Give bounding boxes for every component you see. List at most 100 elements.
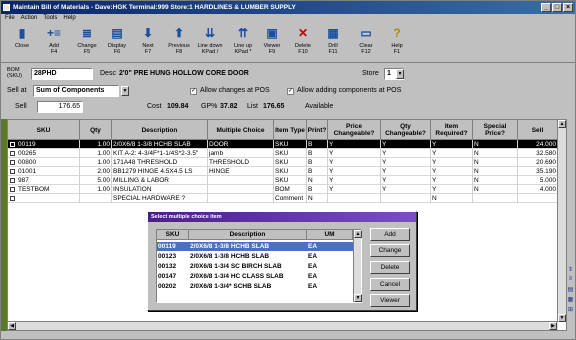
toolbar-drill-button[interactable]: ▦ Drill F11 <box>318 25 348 61</box>
cell-desc[interactable]: SPECIAL HARDWARE ? <box>112 194 208 203</box>
menu-action[interactable]: Action <box>21 14 38 23</box>
choice-column-um[interactable]: UM <box>307 230 353 240</box>
cell-print[interactable]: B <box>307 149 328 158</box>
cell-sell[interactable]: 5.000 <box>518 176 558 185</box>
toolbar-close-button[interactable]: ▮ Close <box>7 25 37 61</box>
toolbar-next-button[interactable]: ⬇ Next F7 <box>133 25 163 61</box>
cell-sp[interactable]: N <box>473 158 518 167</box>
dialog-add-button[interactable]: Add <box>370 228 410 241</box>
cell-qc[interactable]: Y <box>381 140 431 149</box>
side-tool-icon[interactable]: ⊞ <box>566 306 575 316</box>
side-tool-icon[interactable]: ▦ <box>566 296 575 306</box>
cell-qc[interactable]: Y <box>381 176 431 185</box>
toolbar-display-button[interactable]: ▤ Display F6 <box>102 25 132 61</box>
cell-sell[interactable] <box>518 194 558 203</box>
column-header-sku[interactable]: SKU <box>8 120 80 140</box>
cell-mc[interactable]: jamb <box>208 149 274 158</box>
column-header-mc[interactable]: Multiple Choice <box>208 120 274 140</box>
row-checkbox[interactable] <box>10 142 15 147</box>
cell-print[interactable]: B <box>307 158 328 167</box>
toolbar-line-down-button[interactable]: ⇊ Line down KPad / <box>195 25 225 61</box>
cell-pc[interactable]: Y <box>328 176 381 185</box>
cell-sku[interactable]: 01001 <box>17 167 80 176</box>
cell-type[interactable]: SKU <box>274 149 307 158</box>
row-checkbox[interactable] <box>10 187 15 192</box>
table-row[interactable]: TESTBOM 1.00 INSULATION BOM B Y Y Y N 4.000 <box>8 185 558 194</box>
column-header-qc[interactable]: Qty Changeable? <box>381 120 431 140</box>
cell-type[interactable]: SKU <box>274 158 307 167</box>
table-row[interactable]: 00119 1.00 2/0X6/8 1-3/8 HCHB SLAB DOOR SKU B… <box>8 140 558 149</box>
cell-sku[interactable]: TESTBOM <box>17 185 80 194</box>
row-checkbox[interactable] <box>10 151 15 156</box>
cell-qty[interactable]: 1.00 <box>80 140 112 149</box>
cell-qty[interactable]: 2.00 <box>80 167 112 176</box>
dialog-scroll-down-icon[interactable]: ▼ <box>354 294 362 302</box>
cell-qty[interactable]: 1.00 <box>80 149 112 158</box>
scroll-down-icon[interactable]: ▼ <box>558 314 566 322</box>
side-tool-icon[interactable]: ≡ <box>566 276 575 286</box>
cell-print[interactable]: B <box>307 185 328 194</box>
column-header-req[interactable]: Item Required? <box>431 120 473 140</box>
menu-help[interactable]: Help <box>63 14 75 23</box>
allow-adding-checkbox[interactable]: ✓ <box>287 88 294 95</box>
table-row[interactable]: 987 5.00 MILLING & LABOR SKU N Y Y Y N 5.000 <box>8 176 558 185</box>
cell-sku[interactable]: 00800 <box>17 158 80 167</box>
column-header-print[interactable]: Print? <box>307 120 328 140</box>
cell-req[interactable]: Y <box>431 185 473 194</box>
cell-type[interactable]: SKU <box>274 140 307 149</box>
row-checkbox[interactable] <box>10 196 15 201</box>
choice-row[interactable]: 00119 2/0X6/8 1-3/8 HCHB SLAB EA <box>157 242 353 251</box>
sell-at-dropdown-arrow-icon[interactable]: ▼ <box>121 86 129 96</box>
cell-pc[interactable] <box>328 194 381 203</box>
dialog-scroll-up-icon[interactable]: ▲ <box>354 230 362 238</box>
column-header-qty[interactable]: Qty <box>80 120 112 140</box>
dialog-cancel-button[interactable]: Cancel <box>370 278 410 291</box>
cell-qty[interactable] <box>80 194 112 203</box>
cell-print[interactable]: B <box>307 167 328 176</box>
cell-print[interactable]: N <box>307 194 328 203</box>
choice-row[interactable]: 00202 2/0X6/8 1-3/4* SCHB SLAB EA <box>157 282 353 291</box>
minimize-button[interactable]: _ <box>541 3 551 12</box>
cell-sp[interactable]: N <box>473 185 518 194</box>
cell-pc[interactable]: Y <box>328 149 381 158</box>
cell-type[interactable]: BOM <box>274 185 307 194</box>
cell-qc[interactable] <box>381 194 431 203</box>
toolbar-add-button[interactable]: +≡ Add F4 <box>39 25 69 61</box>
cell-pc[interactable]: Y <box>328 140 381 149</box>
side-tool-icon[interactable]: ▤ <box>566 286 575 296</box>
cell-sp[interactable]: N <box>473 149 518 158</box>
choice-column-sku[interactable]: SKU <box>157 230 189 240</box>
cell-pc[interactable]: Y <box>328 167 381 176</box>
cell-req[interactable]: Y <box>431 149 473 158</box>
cell-req[interactable]: Y <box>431 140 473 149</box>
menu-tools[interactable]: Tools <box>43 14 57 23</box>
cell-mc[interactable] <box>208 185 274 194</box>
cell-qty[interactable]: 1.00 <box>80 185 112 194</box>
row-checkbox[interactable] <box>10 169 15 174</box>
cell-sku[interactable] <box>17 194 80 203</box>
cell-desc[interactable]: MILLING & LABOR <box>112 176 208 185</box>
bom-sku-input[interactable]: 28PHD <box>31 68 93 80</box>
cell-sell[interactable]: 32.580 <box>518 149 558 158</box>
cell-qc[interactable]: Y <box>381 158 431 167</box>
toolbar-clear-button[interactable]: ▭ Clear F12 <box>351 25 381 61</box>
cell-mc[interactable] <box>208 176 274 185</box>
cell-req[interactable]: Y <box>431 176 473 185</box>
cell-sell[interactable]: 4.000 <box>518 185 558 194</box>
table-row[interactable]: 01001 2.00 BB1279 HINGE 4.5X4.5 LS HINGE SKU… <box>8 167 558 176</box>
cell-sku[interactable]: 00265 <box>17 149 80 158</box>
grid-horizontal-scrollbar[interactable]: ◀ ▶ <box>8 321 558 330</box>
cell-qc[interactable]: Y <box>381 149 431 158</box>
dialog-change-button[interactable]: Change <box>370 244 410 257</box>
cell-sell[interactable]: 35.190 <box>518 167 558 176</box>
column-header-desc[interactable]: Description <box>112 120 208 140</box>
cell-sp[interactable]: N <box>473 140 518 149</box>
column-header-sell[interactable]: Sell <box>518 120 558 140</box>
maximize-button[interactable]: □ <box>552 3 562 12</box>
cell-type[interactable]: SKU <box>274 167 307 176</box>
allow-changes-checkbox[interactable]: ✓ <box>190 88 197 95</box>
column-header-type[interactable]: Item Type <box>274 120 307 140</box>
cell-qty[interactable]: 5.00 <box>80 176 112 185</box>
choice-list-scrollbar[interactable]: ▲ ▼ <box>353 230 362 302</box>
row-checkbox[interactable] <box>10 160 15 165</box>
